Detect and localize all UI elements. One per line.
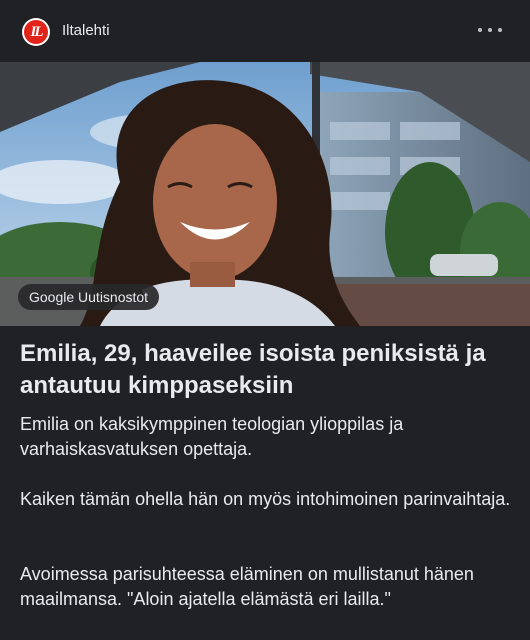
article-paragraph: Emilia on kaksikymppinen teologian yliop… [20, 414, 404, 459]
article-paragraph: Kaiken tämän ohella hän on myös intohimo… [20, 489, 511, 509]
hero-image[interactable]: Google Uutisnostot [0, 62, 530, 326]
article-paragraph: Avoimessa parisuhteessa eläminen on mull… [20, 564, 474, 609]
iltalehti-logo: IL [22, 18, 50, 46]
google-news-badge: Google Uutisnostot [18, 284, 160, 310]
more-options-icon[interactable] [478, 20, 502, 40]
logo-text: IL [24, 20, 48, 44]
card-header: IL Iltalehti [0, 0, 530, 62]
publisher-name[interactable]: Iltalehti [62, 22, 110, 39]
article-headline[interactable]: Emilia, 29, haaveilee isoista peniksistä… [20, 338, 515, 402]
news-card[interactable]: IL Iltalehti Google Uutisnostot Emilia, … [0, 0, 530, 640]
